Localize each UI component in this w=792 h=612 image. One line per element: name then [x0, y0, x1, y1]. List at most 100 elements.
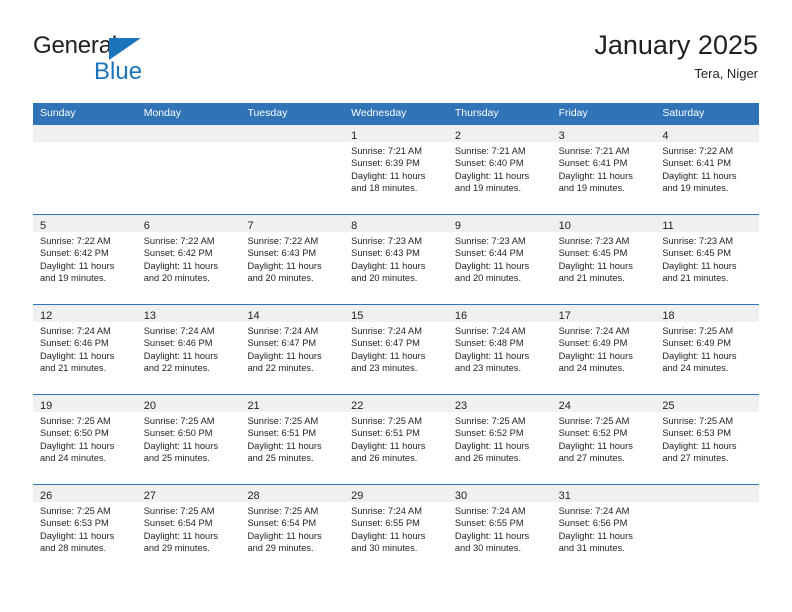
day-number-band: 8 — [344, 215, 448, 232]
day-number: 10 — [558, 220, 571, 232]
day-number: 12 — [40, 310, 53, 322]
calendar-day-cell[interactable]: 11 Sunrise: 7:23 AM Sunset: 6:45 PM Dayligh… — [655, 215, 760, 304]
daylight-text-line2: and 25 minutes. — [143, 453, 210, 464]
day-number: 31 — [558, 490, 571, 502]
sunrise-text: Sunrise: 7:22 AM — [143, 236, 215, 246]
day-info: Sunrise: 7:24 AM Sunset: 6:55 PM Daylight:… — [344, 502, 448, 555]
day-number-band — [240, 125, 345, 142]
calendar-day-cell[interactable]: 6 Sunrise: 7:22 AM Sunset: 6:42 PM Daylight… — [136, 215, 241, 304]
calendar-day-cell[interactable]: 10 Sunrise: 7:23 AM Sunset: 6:45 PM Dayligh… — [551, 215, 656, 304]
daylight-text-line2: and 24 minutes. — [40, 453, 107, 464]
calendar-day-cell[interactable]: 8 Sunrise: 7:23 AM Sunset: 6:43 PM Daylight… — [344, 215, 448, 304]
calendar-day-cell[interactable]: 29 Sunrise: 7:24 AM Sunset: 6:55 PM Dayligh… — [344, 485, 448, 574]
day-number: 8 — [351, 220, 358, 232]
calendar-day-cell[interactable]: 16 Sunrise: 7:24 AM Sunset: 6:48 PM Dayligh… — [447, 305, 552, 394]
daylight-text-line1: Daylight: 11 hours — [143, 350, 218, 361]
calendar-day-cell[interactable]: 1 Sunrise: 7:21 AM Sunset: 6:39 PM Daylight… — [344, 125, 448, 214]
calendar-day-cell[interactable]: 25 Sunrise: 7:25 AM Sunset: 6:53 PM Dayligh… — [655, 395, 760, 484]
calendar-day-cell[interactable]: 2 Sunrise: 7:21 AM Sunset: 6:40 PM Daylight… — [447, 125, 552, 214]
calendar-day-cell[interactable]: 4 Sunrise: 7:22 AM Sunset: 6:41 PM Daylight… — [655, 125, 760, 214]
calendar-day-cell[interactable]: 27 Sunrise: 7:25 AM Sunset: 6:54 PM Dayligh… — [136, 485, 241, 574]
sunset-text: Sunset: 6:41 PM — [662, 158, 732, 169]
day-info: Sunrise: 7:23 AM Sunset: 6:44 PM Daylight:… — [448, 232, 552, 285]
calendar-day-cell[interactable]: 3 Sunrise: 7:21 AM Sunset: 6:41 PM Daylight… — [551, 125, 656, 214]
day-number: 29 — [351, 490, 364, 502]
calendar-day-cell[interactable]: 24 Sunrise: 7:25 AM Sunset: 6:52 PM Dayligh… — [551, 395, 656, 484]
sunset-text: Sunset: 6:54 PM — [143, 518, 213, 529]
day-info: Sunrise: 7:23 AM Sunset: 6:45 PM Daylight:… — [552, 232, 656, 285]
sunrise-text: Sunrise: 7:24 AM — [454, 326, 526, 336]
weekday-header-wednesday: Wednesday — [351, 107, 407, 119]
daylight-text-line2: and 28 minutes. — [40, 543, 107, 554]
general-blue-logo[interactable]: General Blue — [33, 32, 273, 92]
sunset-text: Sunset: 6:45 PM — [558, 248, 628, 259]
calendar-day-cell[interactable]: 30 Sunrise: 7:24 AM Sunset: 6:55 PM Dayligh… — [447, 485, 552, 574]
sunset-text: Sunset: 6:56 PM — [558, 518, 628, 529]
day-number-band: 10 — [551, 215, 656, 232]
calendar-day-cell[interactable]: 15 Sunrise: 7:24 AM Sunset: 6:47 PM Dayligh… — [344, 305, 448, 394]
calendar-grid: Sunday Monday Tuesday Wednesday Thursday… — [33, 103, 760, 574]
day-number-band: 14 — [240, 305, 345, 322]
calendar-day-cell[interactable]: 13 Sunrise: 7:24 AM Sunset: 6:46 PM Dayligh… — [136, 305, 241, 394]
calendar-day-cell[interactable]: 21 Sunrise: 7:25 AM Sunset: 6:51 PM Dayligh… — [240, 395, 345, 484]
calendar-day-cell[interactable]: 26 Sunrise: 7:25 AM Sunset: 6:53 PM Dayligh… — [33, 485, 137, 574]
calendar-day-cell[interactable]: 20 Sunrise: 7:25 AM Sunset: 6:50 PM Dayligh… — [136, 395, 241, 484]
daylight-text-line1: Daylight: 11 hours — [351, 170, 426, 181]
day-info: Sunrise: 7:25 AM Sunset: 6:51 PM Daylight:… — [344, 412, 448, 465]
day-number-band: 6 — [136, 215, 241, 232]
day-info: Sunrise: 7:24 AM Sunset: 6:47 PM Daylight:… — [240, 322, 344, 375]
sunset-text: Sunset: 6:47 PM — [247, 338, 317, 349]
calendar-week-row: 1 Sunrise: 7:21 AM Sunset: 6:39 PM Daylight… — [33, 125, 760, 214]
daylight-text-line2: and 21 minutes. — [662, 273, 729, 284]
calendar-day-cell[interactable]: 22 Sunrise: 7:25 AM Sunset: 6:51 PM Dayligh… — [344, 395, 448, 484]
calendar-day-cell[interactable]: 12 Sunrise: 7:24 AM Sunset: 6:46 PM Dayligh… — [33, 305, 137, 394]
day-info: Sunrise: 7:22 AM Sunset: 6:43 PM Daylight:… — [240, 232, 344, 285]
sunrise-text: Sunrise: 7:25 AM — [662, 326, 734, 336]
sunset-text: Sunset: 6:51 PM — [351, 428, 420, 439]
sunrise-text: Sunrise: 7:21 AM — [454, 146, 526, 156]
calendar-day-cell[interactable]: 18 Sunrise: 7:25 AM Sunset: 6:49 PM Dayligh… — [655, 305, 760, 394]
sunrise-text: Sunrise: 7:24 AM — [351, 506, 422, 516]
daylight-text-line1: Daylight: 11 hours — [247, 530, 322, 541]
day-number-band: 12 — [33, 305, 137, 322]
daylight-text-line1: Daylight: 11 hours — [558, 530, 633, 541]
sunrise-text: Sunrise: 7:24 AM — [351, 326, 422, 336]
calendar-day-cell[interactable]: 19 Sunrise: 7:25 AM Sunset: 6:50 PM Dayligh… — [33, 395, 137, 484]
day-number: 11 — [662, 220, 674, 232]
daylight-text-line2: and 20 minutes. — [247, 273, 314, 284]
day-info: Sunrise: 7:22 AM Sunset: 6:42 PM Daylight:… — [137, 232, 241, 285]
sunset-text: Sunset: 6:49 PM — [558, 338, 628, 349]
day-number: 28 — [247, 490, 260, 502]
calendar-day-cell[interactable]: 5 Sunrise: 7:22 AM Sunset: 6:42 PM Daylight… — [33, 215, 137, 304]
day-info: Sunrise: 7:25 AM Sunset: 6:50 PM Daylight:… — [33, 412, 137, 465]
calendar-day-cell[interactable]: 7 Sunrise: 7:22 AM Sunset: 6:43 PM Daylight… — [240, 215, 345, 304]
sunrise-text: Sunrise: 7:23 AM — [454, 236, 526, 246]
calendar-day-cell[interactable]: 31 Sunrise: 7:24 AM Sunset: 6:56 PM Dayligh… — [551, 485, 656, 574]
day-info: Sunrise: 7:23 AM Sunset: 6:45 PM Daylight:… — [655, 232, 759, 285]
calendar-day-cell[interactable]: 17 Sunrise: 7:24 AM Sunset: 6:49 PM Dayligh… — [551, 305, 656, 394]
sunset-text: Sunset: 6:42 PM — [40, 248, 109, 259]
daylight-text-line2: and 21 minutes. — [558, 273, 625, 284]
daylight-text-line2: and 21 minutes. — [40, 363, 107, 374]
sunrise-text: Sunrise: 7:24 AM — [40, 326, 111, 336]
calendar-day-cell[interactable]: 14 Sunrise: 7:24 AM Sunset: 6:47 PM Dayligh… — [240, 305, 345, 394]
daylight-text-line2: and 20 minutes. — [143, 273, 210, 284]
calendar-day-cell[interactable]: 9 Sunrise: 7:23 AM Sunset: 6:44 PM Daylight… — [447, 215, 552, 304]
day-number-band: 23 — [447, 395, 552, 412]
calendar-day-cell[interactable]: 28 Sunrise: 7:25 AM Sunset: 6:54 PM Dayligh… — [240, 485, 345, 574]
day-number: 13 — [143, 310, 156, 322]
page-header: General Blue January 2025 Tera, Niger — [33, 28, 758, 94]
sunset-text: Sunset: 6:49 PM — [662, 338, 732, 349]
daylight-text-line1: Daylight: 11 hours — [454, 170, 530, 181]
sunrise-text: Sunrise: 7:21 AM — [351, 146, 422, 156]
daylight-text-line2: and 27 minutes. — [662, 453, 729, 464]
day-info — [240, 142, 344, 145]
calendar-day-cell[interactable]: 23 Sunrise: 7:25 AM Sunset: 6:52 PM Dayligh… — [447, 395, 552, 484]
title-block: January 2025 Tera, Niger — [594, 28, 758, 82]
day-number-band: 4 — [655, 125, 760, 142]
day-info: Sunrise: 7:25 AM Sunset: 6:51 PM Daylight:… — [240, 412, 344, 465]
day-number-band: 13 — [136, 305, 241, 322]
day-number: 9 — [454, 220, 461, 232]
day-number: 17 — [558, 310, 571, 322]
sunrise-text: Sunrise: 7:25 AM — [247, 416, 319, 426]
